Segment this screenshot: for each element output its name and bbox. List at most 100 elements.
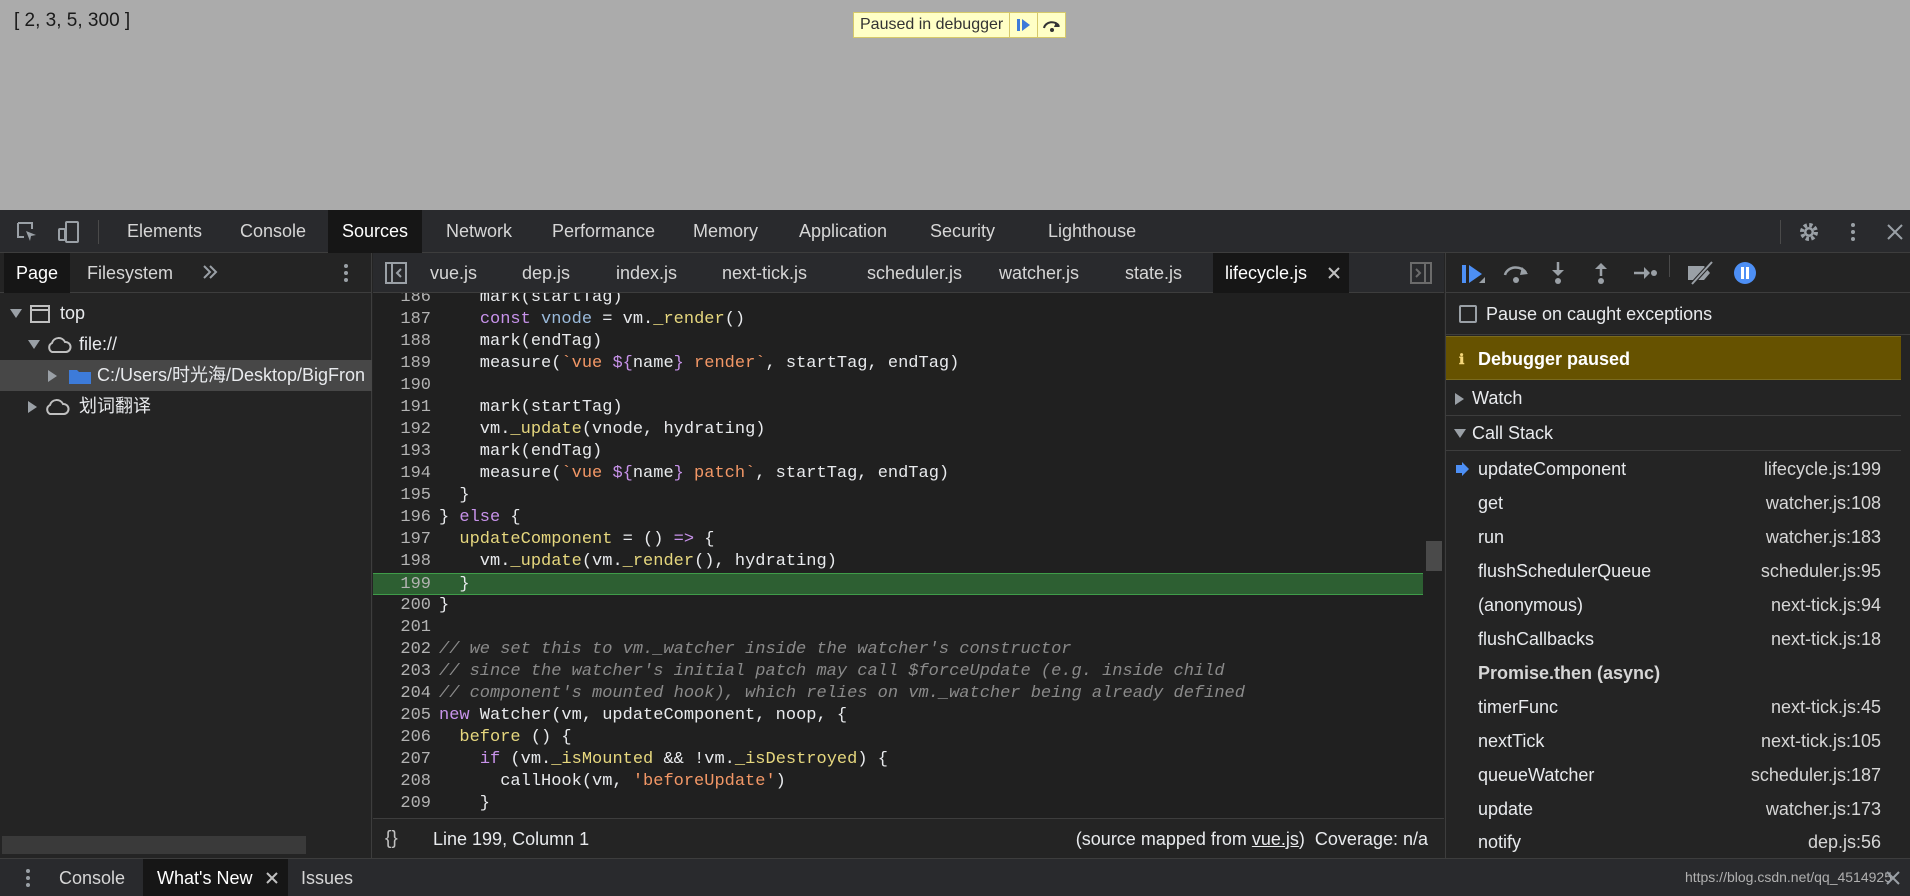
code-row[interactable]: 188 mark(endTag)	[373, 331, 1423, 353]
tab-elements[interactable]: Elements	[113, 210, 216, 253]
tab-security[interactable]: Security	[916, 210, 1009, 253]
horizontal-scrollbar[interactable]	[2, 836, 306, 854]
tab-application[interactable]: Application	[785, 210, 901, 253]
line-number[interactable]: 197	[373, 529, 431, 551]
line-number[interactable]: 192	[373, 419, 431, 441]
file-tab-next-tick-js[interactable]: next-tick.js	[710, 253, 819, 293]
code-row[interactable]: 200}	[373, 595, 1423, 617]
tree-item-file[interactable]: file://	[0, 329, 372, 360]
call-frame[interactable]: (anonymous) next-tick.js:94	[1446, 588, 1901, 622]
code-row[interactable]: 196} else {	[373, 507, 1423, 529]
line-number[interactable]: 195	[373, 485, 431, 507]
frame-location[interactable]: next-tick.js:94	[1771, 588, 1881, 622]
line-number[interactable]: 194	[373, 463, 431, 485]
call-frame[interactable]: notify dep.js:56	[1446, 825, 1901, 859]
tab-console[interactable]: Console	[226, 210, 320, 253]
close-tab-icon[interactable]	[266, 872, 279, 884]
navigator-tab-filesystem[interactable]: Filesystem	[75, 253, 185, 293]
more-options-button[interactable]	[1841, 220, 1865, 244]
code-row[interactable]: 189 measure(`vue ${name} render`, startT…	[373, 353, 1423, 375]
code-row[interactable]: 198 vm._update(vm._render(), hydrating)	[373, 551, 1423, 573]
drawer-menu-button[interactable]	[18, 866, 38, 890]
frame-location[interactable]: next-tick.js:18	[1771, 622, 1881, 656]
code-row[interactable]: 190	[373, 375, 1423, 397]
frame-location[interactable]: scheduler.js:95	[1761, 554, 1881, 588]
line-number[interactable]: 205	[373, 705, 431, 727]
overlay-step-over-button[interactable]	[1037, 13, 1065, 37]
pretty-print-button[interactable]: {}	[385, 828, 398, 850]
overlay-resume-button[interactable]	[1009, 13, 1037, 37]
tab-memory[interactable]: Memory	[679, 210, 772, 253]
line-number[interactable]: 208	[373, 771, 431, 793]
code-row[interactable]: 204 // component's mounted hook), which r…	[373, 683, 1423, 705]
line-number[interactable]: 203	[373, 661, 431, 683]
call-frame[interactable]: run watcher.js:183	[1446, 520, 1901, 554]
call-stack-section-header[interactable]: Call Stack	[1446, 416, 1901, 451]
line-number[interactable]: 206	[373, 727, 431, 749]
file-tab-state-js[interactable]: state.js	[1113, 253, 1194, 293]
tree-item-folder[interactable]: C:/Users/时光海/Desktop/BigFron	[0, 360, 372, 391]
line-number[interactable]: 196	[373, 507, 431, 529]
code-row[interactable]: 192 vm._update(vnode, hydrating)	[373, 419, 1423, 441]
code-row[interactable]: 195 }	[373, 485, 1423, 507]
line-number[interactable]: 202	[373, 639, 431, 661]
code-row[interactable]: 209 }	[373, 793, 1423, 815]
line-number[interactable]: 199	[373, 574, 431, 596]
code-row[interactable]: 191 mark(startTag)	[373, 397, 1423, 419]
navigator-tab-page[interactable]: Page	[4, 253, 71, 293]
call-frame[interactable]: timerFunc next-tick.js:45	[1446, 690, 1901, 724]
more-tabs-button[interactable]	[200, 262, 220, 282]
step-over-button[interactable]	[1502, 261, 1528, 285]
call-frame[interactable]: flushSchedulerQueue scheduler.js:95	[1446, 554, 1901, 588]
call-frame[interactable]: nextTick next-tick.js:105	[1446, 724, 1901, 758]
code-row[interactable]: 205 new Watcher(vm, updateComponent, noop…	[373, 705, 1423, 727]
line-number[interactable]: 209	[373, 793, 431, 815]
tree-item-translation[interactable]: 划词翻译	[0, 391, 372, 422]
current-execution-line[interactable]: 199 }	[373, 573, 1423, 595]
step-button[interactable]	[1632, 261, 1657, 285]
line-number[interactable]: 187	[373, 309, 431, 331]
file-tab-vue-js[interactable]: vue.js	[418, 253, 489, 293]
close-tab-icon[interactable]	[1328, 267, 1340, 279]
pause-on-caught-exceptions-row[interactable]: Pause on caught exceptions	[1446, 293, 1910, 335]
file-tab-index-js[interactable]: index.js	[604, 253, 689, 293]
call-frame[interactable]: get watcher.js:108	[1446, 486, 1901, 520]
tab-network[interactable]: Network	[432, 210, 526, 253]
call-frame[interactable]: flushCallbacks next-tick.js:18	[1446, 622, 1901, 656]
code-area[interactable]: 186 mark(startTag) 187 const vnode = vm.…	[373, 293, 1444, 818]
line-number[interactable]: 200	[373, 595, 431, 617]
pause-caught-checkbox[interactable]	[1459, 305, 1477, 323]
resume-button[interactable]	[1460, 261, 1485, 285]
line-number[interactable]: 191	[373, 397, 431, 419]
file-tab-watcher-js[interactable]: watcher.js	[987, 253, 1091, 293]
code-row[interactable]: 207 if (vm._isMounted && !vm._isDestroye…	[373, 749, 1423, 771]
call-frame[interactable]: update watcher.js:173	[1446, 792, 1901, 826]
device-toolbar-button[interactable]	[57, 220, 81, 244]
settings-button[interactable]	[1797, 220, 1821, 244]
code-row[interactable]: 193 mark(endTag)	[373, 441, 1423, 463]
file-tab-dep-js[interactable]: dep.js	[510, 253, 582, 293]
source-mapped-link[interactable]: vue.js	[1252, 829, 1299, 849]
code-row[interactable]: 187 const vnode = vm._render()	[373, 309, 1423, 331]
drawer-tab-issues[interactable]: Issues	[287, 859, 367, 896]
code-scroll-thumb[interactable]	[1426, 541, 1442, 571]
line-number[interactable]: 204	[373, 683, 431, 705]
file-tab-lifecycle-js[interactable]: lifecycle.js	[1213, 253, 1349, 293]
drawer-tab-console[interactable]: Console	[45, 859, 139, 896]
toggle-debugger-button[interactable]	[1410, 262, 1432, 284]
frame-location[interactable]: dep.js:56	[1808, 825, 1881, 859]
code-row[interactable]: 194 measure(`vue ${name} patch`, startTa…	[373, 463, 1423, 485]
line-number[interactable]: 188	[373, 331, 431, 353]
frame-location[interactable]: watcher.js:173	[1766, 792, 1881, 826]
tab-performance[interactable]: Performance	[538, 210, 669, 253]
frame-location[interactable]: scheduler.js:187	[1751, 758, 1881, 792]
pause-on-exceptions-button[interactable]	[1733, 261, 1757, 285]
frame-location[interactable]: next-tick.js:105	[1761, 724, 1881, 758]
tab-sources[interactable]: Sources	[328, 210, 423, 253]
deactivate-breakpoints-button[interactable]	[1686, 261, 1714, 285]
drawer-tab-whats-new[interactable]: What's New	[143, 859, 289, 896]
step-out-button[interactable]	[1589, 261, 1613, 285]
line-number[interactable]: 190	[373, 375, 431, 397]
line-number[interactable]: 189	[373, 353, 431, 375]
code-row[interactable]: 203 // since the watcher's initial patch …	[373, 661, 1423, 683]
